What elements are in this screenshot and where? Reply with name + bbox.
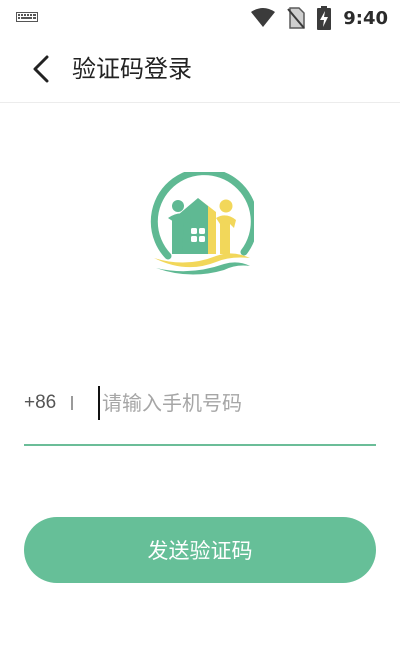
phone-input-row: +86	[24, 384, 378, 446]
send-code-button-label: 发送验证码	[147, 539, 253, 563]
house-family-logo	[150, 172, 254, 275]
page-title: 验证码登录	[72, 55, 192, 83]
status-icons: 9:40	[251, 5, 388, 31]
no-sim-icon	[287, 7, 305, 29]
login-page: 9:40 验证码登录 +86 发送	[0, 0, 400, 660]
back-button[interactable]	[26, 52, 56, 86]
country-code-divider	[71, 396, 73, 410]
wifi-icon	[251, 8, 276, 27]
country-code[interactable]: +86	[24, 384, 56, 422]
chevron-left-icon	[33, 55, 49, 83]
app-header: 验证码登录	[0, 36, 400, 103]
keyboard-icon	[16, 12, 38, 22]
status-bar: 9:40	[0, 0, 400, 36]
status-time: 9:40	[343, 7, 388, 29]
battery-charging-icon	[317, 6, 332, 30]
phone-number-input[interactable]	[98, 386, 378, 420]
send-code-button[interactable]: 发送验证码	[24, 517, 376, 583]
